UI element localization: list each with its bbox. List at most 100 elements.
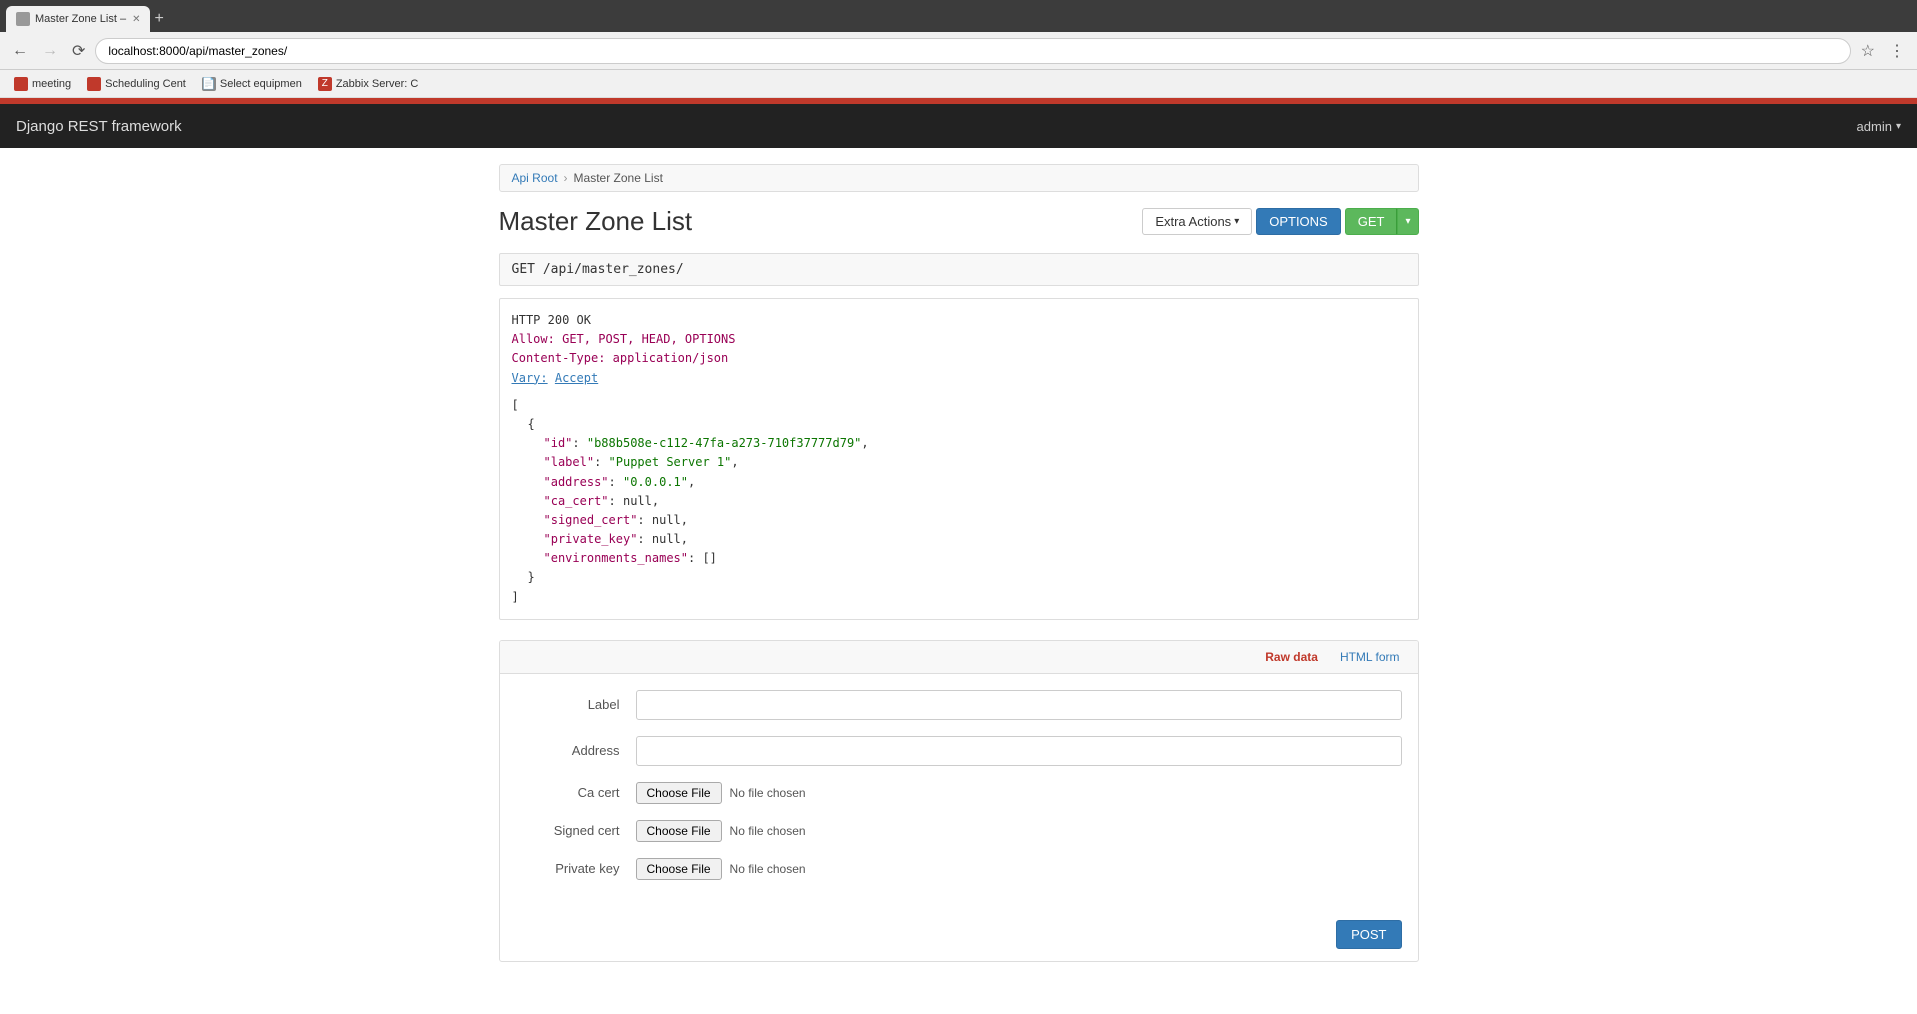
bookmark-scheduling[interactable]: Scheduling Cent — [81, 75, 192, 93]
json-signed-cert-row: "signed_cert": null, — [544, 511, 1406, 530]
json-open-bracket: [ — [512, 396, 1406, 415]
json-label-row: "label": "Puppet Server 1", — [544, 453, 1406, 472]
response-content-type: Content-Type: application/json — [512, 349, 1406, 368]
options-label: OPTIONS — [1269, 214, 1328, 229]
ca-cert-file-row: Choose File No file chosen — [636, 782, 806, 804]
bookmark-label-select: Select equipmen — [220, 78, 302, 90]
form-body: Label Address Ca cert Choose File No fil… — [500, 674, 1418, 912]
new-tab-btn[interactable]: + — [154, 10, 163, 28]
request-method: GET — [512, 262, 535, 277]
extra-actions-caret: ▾ — [1234, 216, 1239, 227]
navbar-admin-menu[interactable]: admin — [1857, 119, 1901, 134]
request-box: GET /api/master_zones/ — [499, 253, 1419, 286]
json-object-open: { — [528, 415, 1406, 434]
bookmark-icon-meeting — [14, 77, 28, 91]
json-signed-cert-value: null — [652, 513, 681, 527]
get-btn-group: GET ▾ — [1345, 208, 1419, 235]
private-key-choose-file-label: Choose File — [647, 862, 711, 876]
form-actions: POST — [500, 912, 1418, 961]
reload-btn[interactable]: ⟳ — [68, 39, 89, 63]
tab-close-btn[interactable]: ✕ — [132, 14, 140, 25]
json-id-key: "id" — [544, 436, 573, 450]
json-label-key: "label" — [544, 455, 595, 469]
forward-btn[interactable]: → — [38, 40, 62, 62]
bookmarks-bar: meeting Scheduling Cent 📄 Select equipme… — [0, 70, 1917, 98]
json-ca-cert-key: "ca_cert" — [544, 494, 609, 508]
content-type-label: Content-Type: — [512, 351, 606, 365]
json-ca-cert-row: "ca_cert": null, — [544, 492, 1406, 511]
page-title: Master Zone List — [499, 206, 693, 237]
signed-cert-choose-file-btn[interactable]: Choose File — [636, 820, 722, 842]
active-tab[interactable]: Master Zone List – ✕ — [6, 6, 150, 32]
menu-btn[interactable]: ⋮ — [1885, 39, 1909, 63]
request-path: /api/master_zones/ — [543, 262, 684, 277]
json-label-value: "Puppet Server 1" — [609, 455, 732, 469]
browser-toolbar: ← → ⟳ ☆ ⋮ — [0, 32, 1917, 70]
json-address-row: "address": "0.0.0.1", — [544, 473, 1406, 492]
tab-favicon — [16, 12, 30, 26]
allow-label: Allow: — [512, 332, 555, 346]
navbar: Django REST framework admin — [0, 104, 1917, 148]
extra-actions-btn[interactable]: Extra Actions ▾ — [1142, 208, 1252, 235]
json-address-key: "address" — [544, 475, 609, 489]
private-key-no-file: No file chosen — [730, 862, 806, 876]
bookmark-icon-scheduling — [87, 77, 101, 91]
get-caret-icon: ▾ — [1405, 216, 1410, 227]
json-close-bracket: ] — [512, 588, 1406, 607]
html-form-tab[interactable]: HTML form — [1332, 647, 1408, 667]
private-key-choose-file-btn[interactable]: Choose File — [636, 858, 722, 880]
address-bar[interactable] — [95, 38, 1850, 64]
back-btn[interactable]: ← — [8, 40, 32, 62]
response-vary: Vary: Accept — [512, 369, 1406, 388]
bookmark-icon-select: 📄 — [202, 77, 216, 91]
get-label: GET — [1358, 214, 1385, 229]
json-environments-row: "environments_names": [] — [544, 549, 1406, 568]
ca-cert-field-label: Ca cert — [516, 785, 636, 800]
options-btn[interactable]: OPTIONS — [1256, 208, 1341, 235]
json-id-value: "b88b508e-c112-47fa-a273-710f37777d79" — [587, 436, 862, 450]
bookmark-zabbix[interactable]: Z Zabbix Server: C — [312, 75, 425, 93]
ca-cert-choose-file-btn[interactable]: Choose File — [636, 782, 722, 804]
form-row-address: Address — [516, 736, 1402, 766]
response-box: HTTP 200 OK Allow: GET, POST, HEAD, OPTI… — [499, 298, 1419, 620]
private-key-file-row: Choose File No file chosen — [636, 858, 806, 880]
json-address-value: "0.0.0.1" — [623, 475, 688, 489]
response-status: HTTP 200 OK — [512, 311, 1406, 330]
bookmark-btn[interactable]: ☆ — [1857, 39, 1879, 63]
form-row-label: Label — [516, 690, 1402, 720]
json-private-key-value: null — [652, 532, 681, 546]
bookmark-icon-zabbix: Z — [318, 77, 332, 91]
form-row-signed-cert: Signed cert Choose File No file chosen — [516, 820, 1402, 842]
bookmark-meeting[interactable]: meeting — [8, 75, 77, 93]
raw-data-tab[interactable]: Raw data — [1257, 647, 1326, 667]
label-input[interactable] — [636, 690, 1402, 720]
breadcrumb-current: Master Zone List — [574, 171, 663, 185]
browser-tabs: Master Zone List – ✕ + — [0, 0, 1917, 32]
get-btn[interactable]: GET — [1345, 208, 1398, 235]
post-btn[interactable]: POST — [1336, 920, 1401, 949]
form-row-private-key: Private key Choose File No file chosen — [516, 858, 1402, 880]
breadcrumb-separator: › — [564, 171, 568, 185]
breadcrumb: Api Root › Master Zone List — [499, 164, 1419, 192]
json-ca-cert-value: null — [623, 494, 652, 508]
address-input[interactable] — [636, 736, 1402, 766]
navbar-brand: Django REST framework — [16, 118, 182, 135]
tab-title: Master Zone List – — [35, 13, 126, 25]
bookmark-select[interactable]: 📄 Select equipmen — [196, 75, 308, 93]
vary-value[interactable]: Accept — [555, 371, 598, 385]
page-title-row: Master Zone List Extra Actions ▾ OPTIONS… — [499, 206, 1419, 237]
json-object-close: } — [528, 568, 1406, 587]
content-type-value: application/json — [613, 351, 729, 365]
extra-actions-label: Extra Actions — [1155, 214, 1231, 229]
json-id-row: "id": "b88b508e-c112-47fa-a273-710f37777… — [544, 434, 1406, 453]
json-private-key-key: "private_key" — [544, 532, 638, 546]
form-tabs: Raw data HTML form — [500, 641, 1418, 674]
form-row-ca-cert: Ca cert Choose File No file chosen — [516, 782, 1402, 804]
json-private-key-row: "private_key": null, — [544, 530, 1406, 549]
signed-cert-field-label: Signed cert — [516, 823, 636, 838]
breadcrumb-api-root[interactable]: Api Root — [512, 171, 558, 185]
signed-cert-file-row: Choose File No file chosen — [636, 820, 806, 842]
get-dropdown-btn[interactable]: ▾ — [1397, 208, 1418, 235]
json-environments-key: "environments_names" — [544, 551, 689, 565]
ca-cert-no-file: No file chosen — [730, 786, 806, 800]
